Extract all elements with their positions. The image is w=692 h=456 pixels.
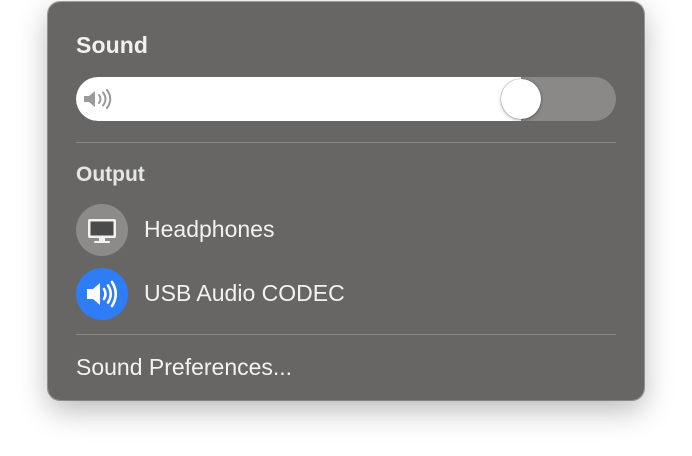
output-device-label: USB Audio CODEC (144, 280, 345, 306)
output-device-label: Headphones (144, 216, 275, 242)
divider (76, 334, 616, 335)
volume-slider-knob[interactable] (501, 79, 541, 119)
sound-menu-panel: Sound Output Headphones USB Audio CODEC … (48, 2, 644, 400)
menu-title: Sound (76, 32, 149, 58)
volume-slider[interactable] (76, 77, 616, 121)
speaker-icon (76, 268, 128, 320)
output-section-label: Output (76, 163, 145, 186)
speaker-volume-icon (84, 89, 112, 109)
volume-slider-fill (76, 77, 521, 121)
sound-preferences-menu-item[interactable]: Sound Preferences... (76, 354, 292, 381)
output-device-headphones[interactable]: Headphones (76, 204, 616, 256)
output-device-usb-audio-codec[interactable]: USB Audio CODEC (76, 268, 616, 320)
sound-menu: Sound Output Headphones USB Audio CODEC … (48, 2, 644, 400)
display-icon (76, 204, 128, 256)
divider (76, 142, 616, 143)
